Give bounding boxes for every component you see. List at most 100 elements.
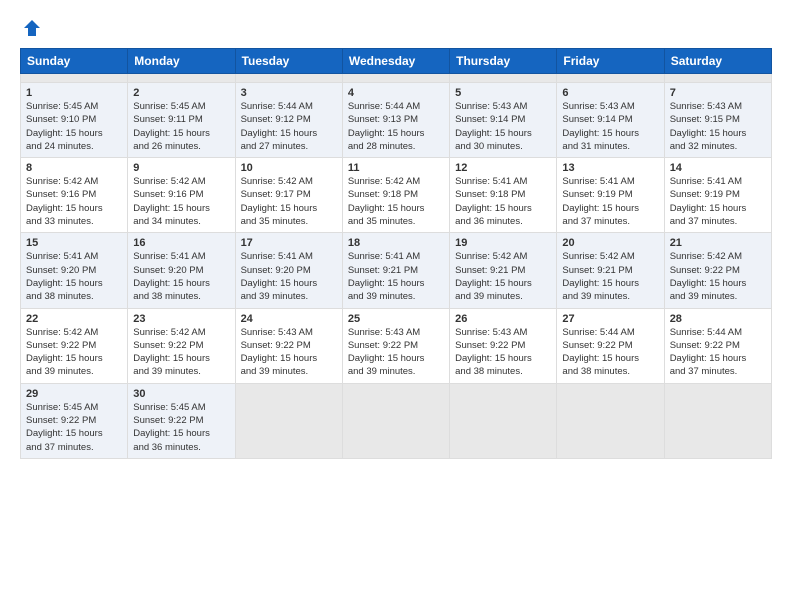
calendar-cell: 4Sunrise: 5:44 AMSunset: 9:13 PMDaylight… xyxy=(342,83,449,158)
cell-line: Sunset: 9:22 PM xyxy=(348,339,444,352)
calendar-header-monday: Monday xyxy=(128,49,235,74)
cell-line: Sunrise: 5:41 AM xyxy=(26,250,122,263)
calendar-cell xyxy=(342,74,449,83)
calendar-cell xyxy=(557,74,664,83)
cell-line: and 32 minutes. xyxy=(670,140,766,153)
calendar-week-3: 15Sunrise: 5:41 AMSunset: 9:20 PMDayligh… xyxy=(21,233,772,308)
cell-line: Daylight: 15 hours xyxy=(26,127,122,140)
cell-line: and 39 minutes. xyxy=(241,365,337,378)
cell-line: and 31 minutes. xyxy=(562,140,658,153)
calendar-cell: 23Sunrise: 5:42 AMSunset: 9:22 PMDayligh… xyxy=(128,308,235,383)
cell-line: Sunrise: 5:45 AM xyxy=(133,401,229,414)
cell-line: and 26 minutes. xyxy=(133,140,229,153)
cell-line: Daylight: 15 hours xyxy=(133,427,229,440)
cell-line: Daylight: 15 hours xyxy=(670,202,766,215)
cell-line: Sunrise: 5:42 AM xyxy=(133,175,229,188)
calendar-cell: 26Sunrise: 5:43 AMSunset: 9:22 PMDayligh… xyxy=(450,308,557,383)
day-number: 27 xyxy=(562,313,658,325)
cell-line: Sunset: 9:22 PM xyxy=(133,339,229,352)
calendar-header-tuesday: Tuesday xyxy=(235,49,342,74)
calendar-header-thursday: Thursday xyxy=(450,49,557,74)
calendar-cell: 7Sunrise: 5:43 AMSunset: 9:15 PMDaylight… xyxy=(664,83,771,158)
cell-line: Daylight: 15 hours xyxy=(241,127,337,140)
day-number: 15 xyxy=(26,237,122,249)
cell-line: Daylight: 15 hours xyxy=(348,202,444,215)
cell-line: Sunrise: 5:42 AM xyxy=(26,175,122,188)
cell-line: Sunrise: 5:44 AM xyxy=(241,100,337,113)
cell-line: Sunrise: 5:45 AM xyxy=(26,100,122,113)
calendar-cell: 12Sunrise: 5:41 AMSunset: 9:18 PMDayligh… xyxy=(450,158,557,233)
cell-line: Daylight: 15 hours xyxy=(133,202,229,215)
calendar-cell xyxy=(557,383,664,458)
day-number: 14 xyxy=(670,162,766,174)
cell-line: Daylight: 15 hours xyxy=(348,127,444,140)
day-number: 26 xyxy=(455,313,551,325)
calendar-week-2: 8Sunrise: 5:42 AMSunset: 9:16 PMDaylight… xyxy=(21,158,772,233)
cell-line: Daylight: 15 hours xyxy=(133,127,229,140)
calendar-cell xyxy=(664,383,771,458)
cell-line: and 35 minutes. xyxy=(348,215,444,228)
calendar-cell xyxy=(450,74,557,83)
calendar-header-row: SundayMondayTuesdayWednesdayThursdayFrid… xyxy=(21,49,772,74)
cell-line: Sunset: 9:22 PM xyxy=(455,339,551,352)
cell-line: Sunset: 9:15 PM xyxy=(670,113,766,126)
day-number: 30 xyxy=(133,388,229,400)
day-number: 24 xyxy=(241,313,337,325)
cell-line: Daylight: 15 hours xyxy=(670,127,766,140)
cell-line: Sunset: 9:22 PM xyxy=(26,339,122,352)
day-number: 18 xyxy=(348,237,444,249)
cell-line: and 30 minutes. xyxy=(455,140,551,153)
calendar-cell xyxy=(342,383,449,458)
cell-line: Sunrise: 5:43 AM xyxy=(455,100,551,113)
cell-line: Sunrise: 5:41 AM xyxy=(670,175,766,188)
cell-line: Daylight: 15 hours xyxy=(133,352,229,365)
day-number: 10 xyxy=(241,162,337,174)
cell-line: Sunset: 9:22 PM xyxy=(241,339,337,352)
cell-line: Sunset: 9:16 PM xyxy=(133,188,229,201)
cell-line: Sunrise: 5:42 AM xyxy=(241,175,337,188)
cell-line: and 38 minutes. xyxy=(562,365,658,378)
cell-line: and 39 minutes. xyxy=(348,365,444,378)
cell-line: Daylight: 15 hours xyxy=(26,352,122,365)
cell-line: Sunrise: 5:44 AM xyxy=(562,326,658,339)
calendar-cell: 14Sunrise: 5:41 AMSunset: 9:19 PMDayligh… xyxy=(664,158,771,233)
cell-line: and 37 minutes. xyxy=(670,215,766,228)
cell-line: Sunrise: 5:41 AM xyxy=(455,175,551,188)
cell-line: and 38 minutes. xyxy=(455,365,551,378)
calendar-cell: 21Sunrise: 5:42 AMSunset: 9:22 PMDayligh… xyxy=(664,233,771,308)
day-number: 8 xyxy=(26,162,122,174)
cell-line: and 39 minutes. xyxy=(26,365,122,378)
cell-line: Sunrise: 5:42 AM xyxy=(133,326,229,339)
cell-line: Sunrise: 5:42 AM xyxy=(26,326,122,339)
day-number: 17 xyxy=(241,237,337,249)
cell-line: Sunrise: 5:42 AM xyxy=(455,250,551,263)
calendar-cell xyxy=(235,74,342,83)
cell-line: Sunset: 9:10 PM xyxy=(26,113,122,126)
cell-line: Daylight: 15 hours xyxy=(455,277,551,290)
calendar-cell: 11Sunrise: 5:42 AMSunset: 9:18 PMDayligh… xyxy=(342,158,449,233)
cell-line: Sunset: 9:19 PM xyxy=(670,188,766,201)
cell-line: Daylight: 15 hours xyxy=(241,352,337,365)
day-number: 6 xyxy=(562,87,658,99)
day-number: 13 xyxy=(562,162,658,174)
cell-line: Sunset: 9:22 PM xyxy=(562,339,658,352)
calendar-header-friday: Friday xyxy=(557,49,664,74)
calendar-cell: 28Sunrise: 5:44 AMSunset: 9:22 PMDayligh… xyxy=(664,308,771,383)
calendar-cell: 8Sunrise: 5:42 AMSunset: 9:16 PMDaylight… xyxy=(21,158,128,233)
cell-line: Sunset: 9:13 PM xyxy=(348,113,444,126)
logo-icon xyxy=(22,18,42,38)
calendar-cell: 18Sunrise: 5:41 AMSunset: 9:21 PMDayligh… xyxy=(342,233,449,308)
cell-line: Sunrise: 5:43 AM xyxy=(455,326,551,339)
cell-line: and 39 minutes. xyxy=(455,290,551,303)
cell-line: Sunrise: 5:42 AM xyxy=(670,250,766,263)
calendar-cell xyxy=(450,383,557,458)
calendar-cell: 16Sunrise: 5:41 AMSunset: 9:20 PMDayligh… xyxy=(128,233,235,308)
cell-line: Daylight: 15 hours xyxy=(670,277,766,290)
cell-line: Daylight: 15 hours xyxy=(26,202,122,215)
cell-line: and 39 minutes. xyxy=(670,290,766,303)
cell-line: Sunrise: 5:42 AM xyxy=(562,250,658,263)
cell-line: and 39 minutes. xyxy=(133,365,229,378)
day-number: 5 xyxy=(455,87,551,99)
cell-line: Sunset: 9:22 PM xyxy=(26,414,122,427)
cell-line: Sunset: 9:18 PM xyxy=(455,188,551,201)
